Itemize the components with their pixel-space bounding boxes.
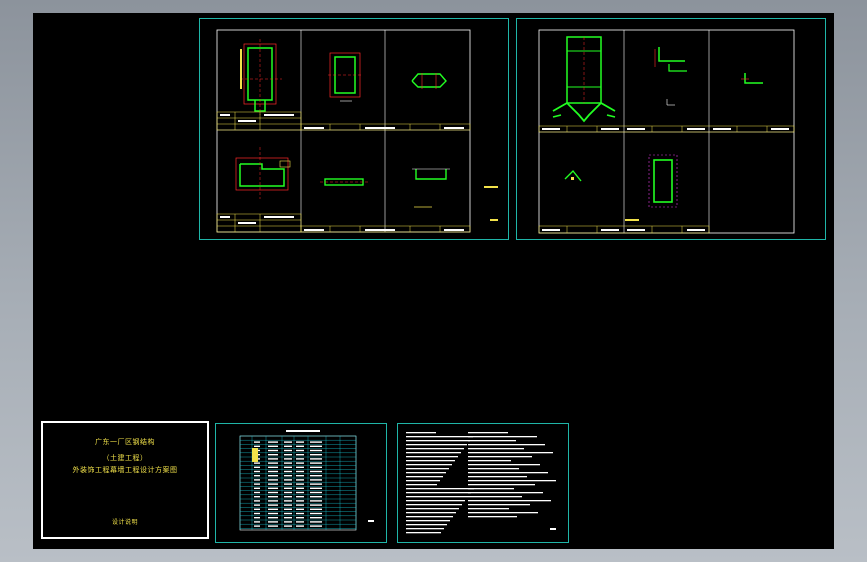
cover-line-2: （土建工程）	[102, 454, 148, 462]
detail-5	[320, 178, 368, 186]
title-blocks-1	[216, 111, 471, 233]
cover-line-3: 外装饰工程幕墙工程设计方案图	[72, 466, 178, 474]
detail-box	[648, 154, 678, 208]
sections-1-graphics	[216, 29, 498, 233]
title-blocks-2	[538, 125, 795, 234]
detail-gutter	[552, 36, 616, 123]
cad-model-space[interactable]: 广东一厂区钢结构 （土建工程） 外装饰工程幕墙工程设计方案图 设计说明	[33, 13, 834, 549]
drawing-sheet-index[interactable]	[215, 423, 387, 543]
detail-angle-2	[741, 73, 763, 84]
notes-text-graphics	[406, 432, 556, 534]
index-table-graphics	[239, 430, 374, 531]
drawing-sheet-notes[interactable]	[397, 423, 569, 543]
drawing-sheet-sections-2[interactable]	[516, 18, 826, 240]
drawing-sheet-cover[interactable]: 广东一厂区钢结构 （土建工程） 外装饰工程幕墙工程设计方案图 设计说明	[41, 421, 209, 539]
detail-4	[235, 147, 291, 199]
cover-stamp: 设计说明	[111, 519, 138, 526]
sections-2-graphics	[538, 29, 795, 234]
detail-2	[328, 52, 362, 102]
detail-clip	[564, 169, 582, 182]
detail-angle-1	[654, 47, 687, 106]
detail-1	[240, 39, 282, 115]
drawing-sheet-sections-1[interactable]	[199, 18, 509, 240]
cover-line-1: 广东一厂区钢结构	[95, 438, 155, 446]
detail-3	[411, 73, 447, 89]
detail-6	[412, 168, 450, 208]
